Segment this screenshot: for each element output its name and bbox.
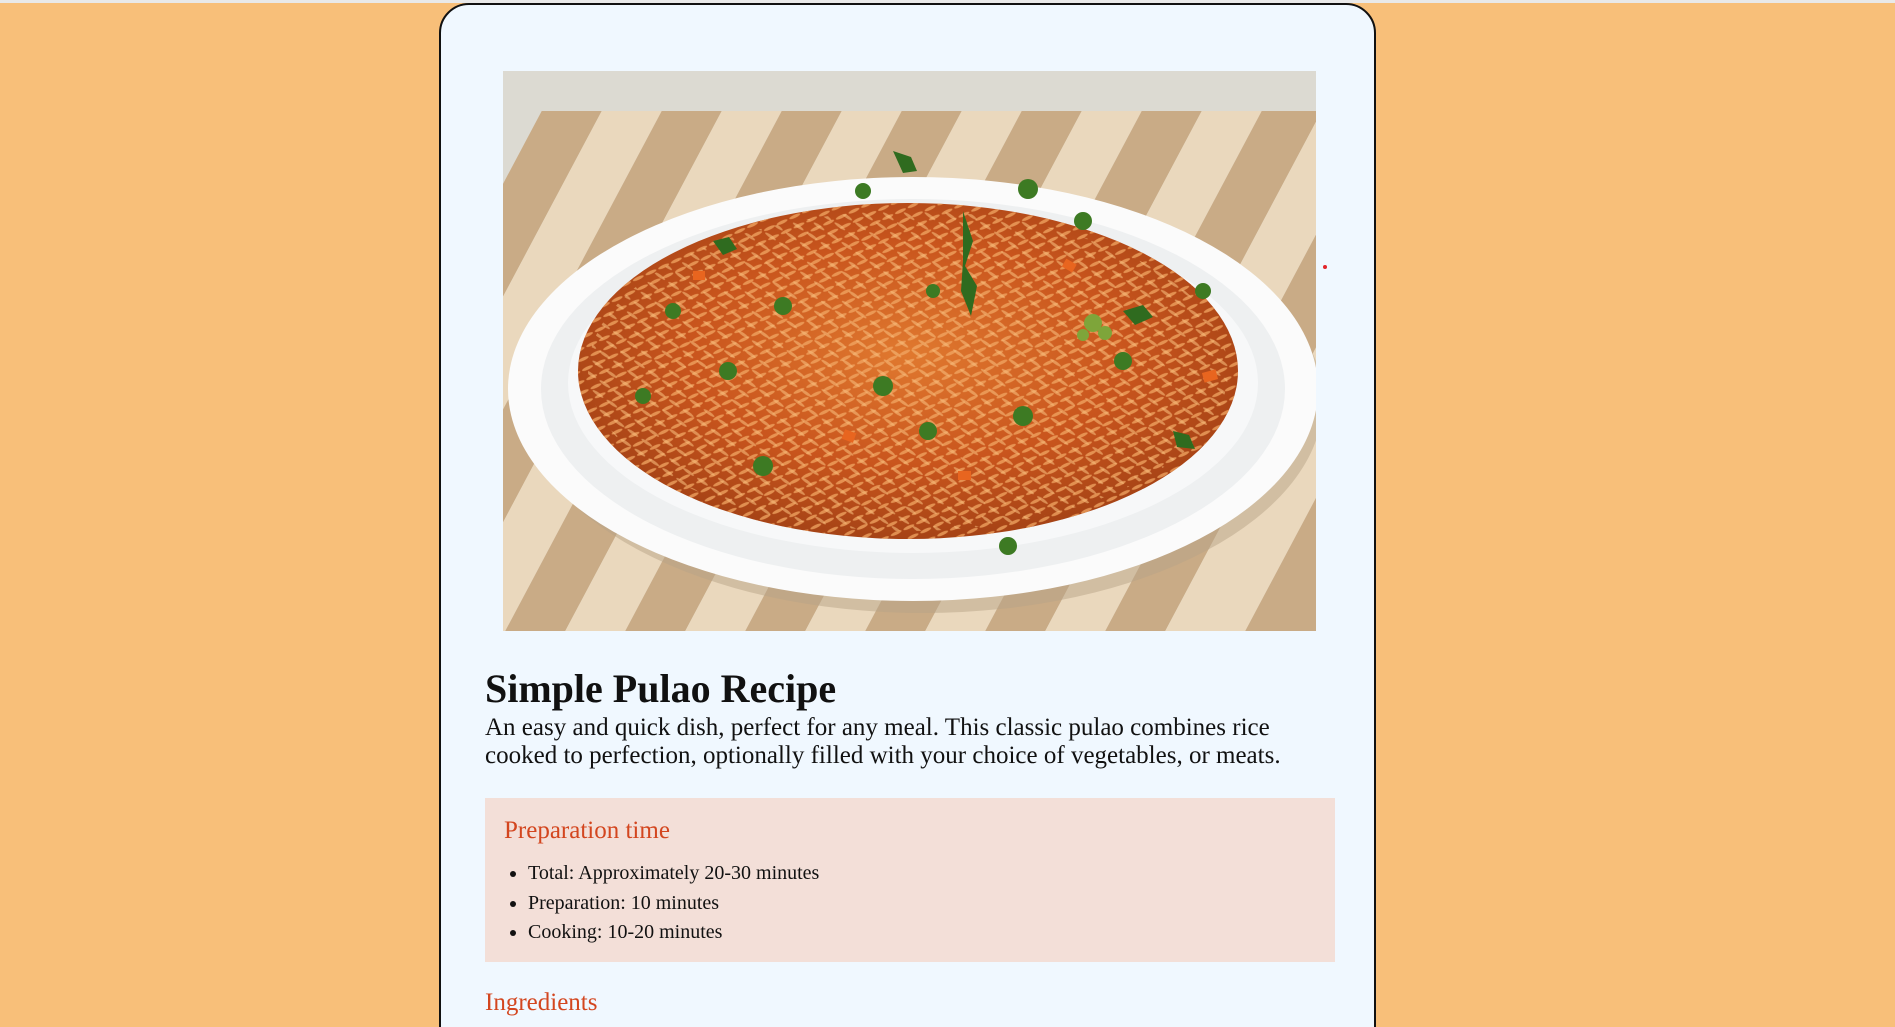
- pulao-plate-photo: [503, 71, 1316, 631]
- red-dot-marker: [1323, 265, 1327, 269]
- list-item: Cooking: 10-20 minutes: [528, 918, 1335, 948]
- list-item: Total: Approximately 20-30 minutes: [528, 859, 1335, 889]
- preparation-time-heading: Preparation time: [504, 817, 670, 844]
- preparation-time-section: Preparation time Total: Approximately 20…: [485, 798, 1335, 962]
- recipe-description: An easy and quick dish, perfect for any …: [485, 714, 1281, 769]
- list-item: Preparation: 10 minutes: [528, 889, 1335, 919]
- ingredients-heading: Ingredients: [485, 989, 598, 1016]
- recipe-card: Simple Pulao Recipe An easy and quick di…: [439, 3, 1376, 1027]
- recipe-title: Simple Pulao Recipe: [485, 666, 837, 711]
- preparation-time-list: Total: Approximately 20-30 minutes Prepa…: [504, 859, 1335, 948]
